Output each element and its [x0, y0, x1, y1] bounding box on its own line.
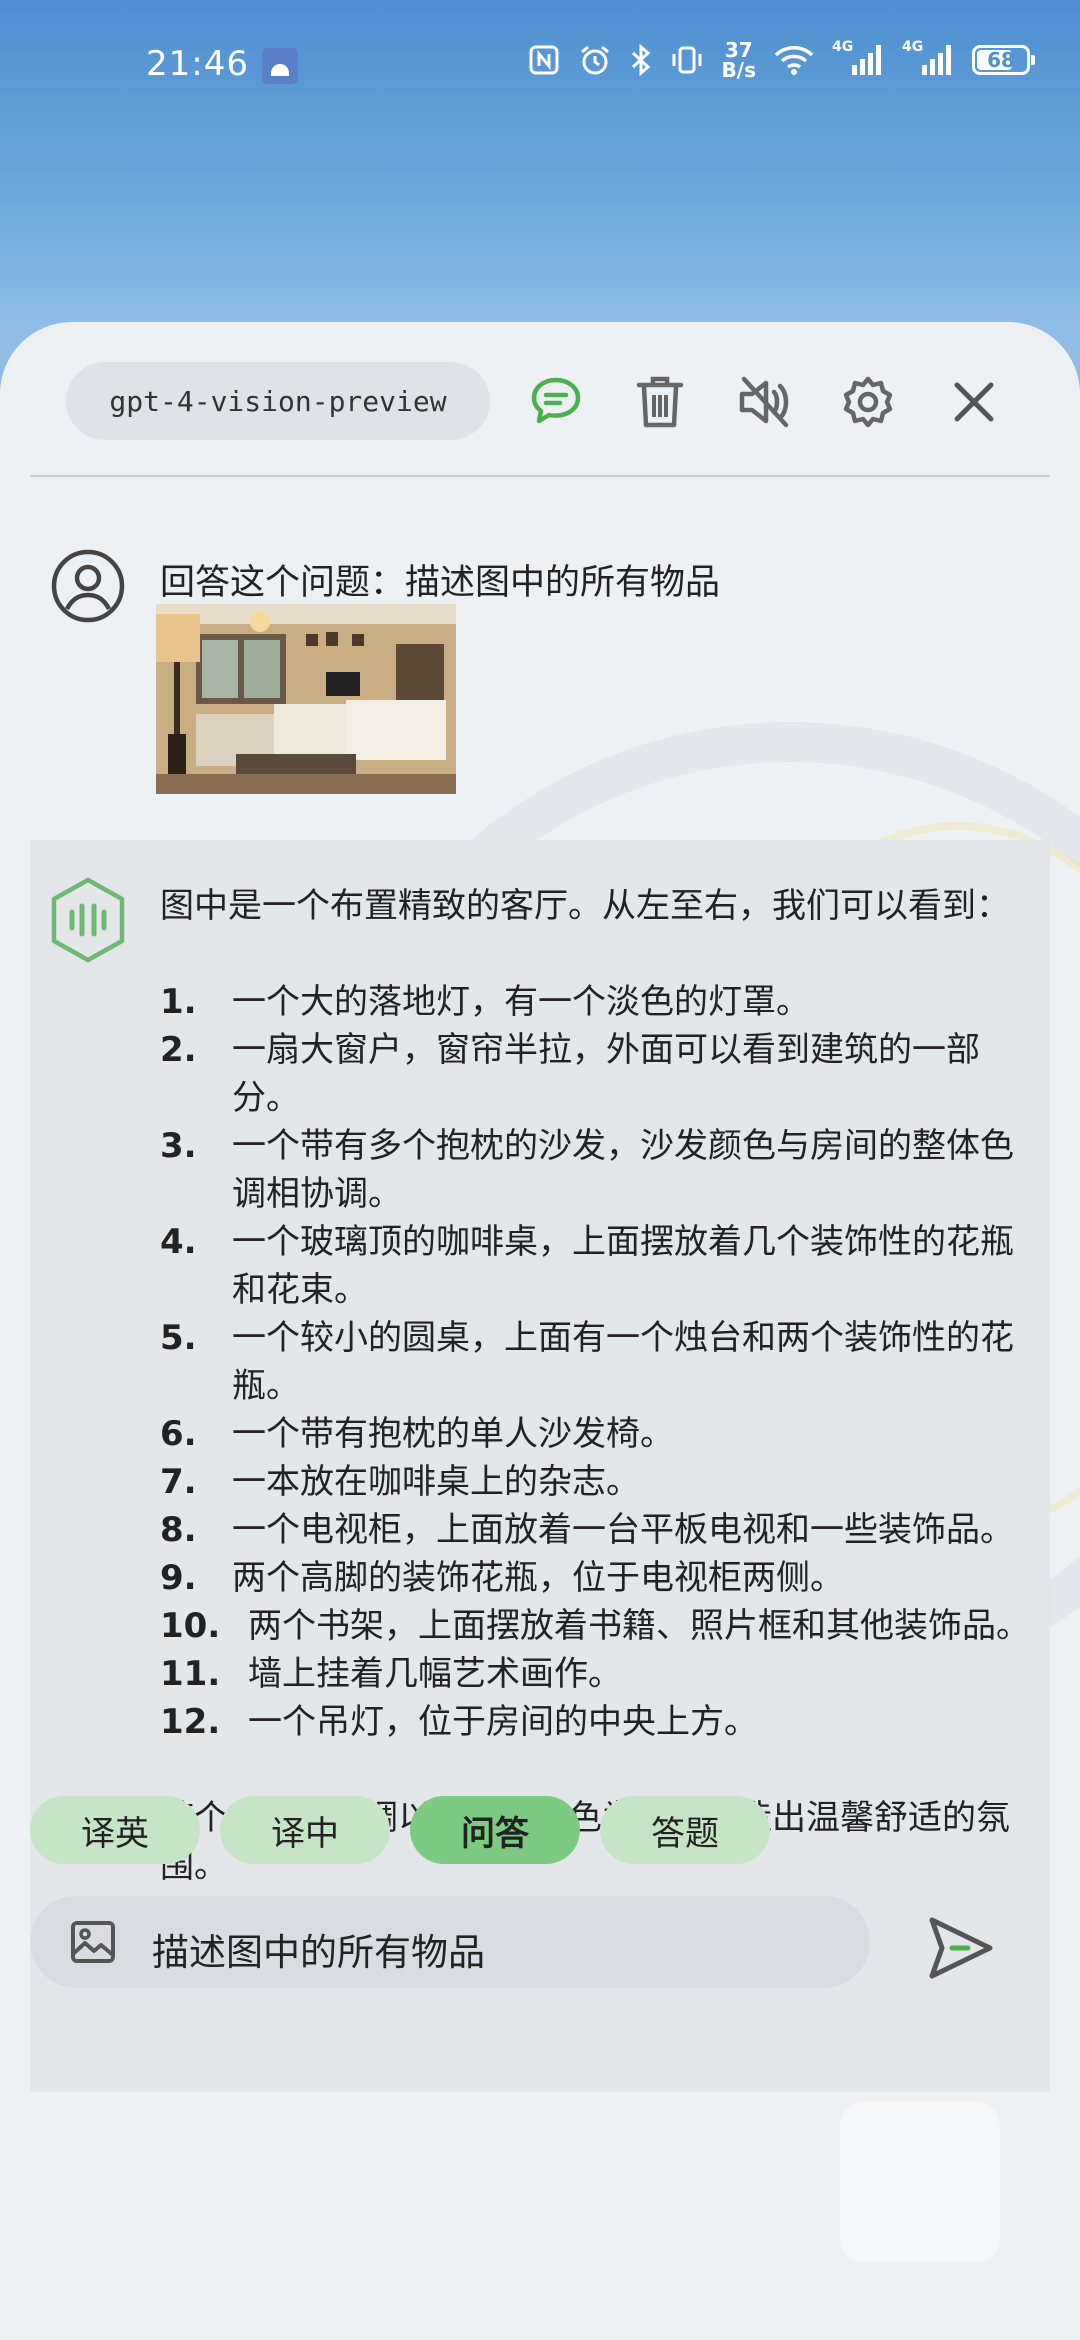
- toolbar-divider: [30, 475, 1050, 477]
- signal-1: 4G: [832, 39, 884, 77]
- chip-answer-question[interactable]: 答题: [600, 1796, 770, 1864]
- living-room-photo: [156, 604, 456, 794]
- item-number: 9.: [160, 1558, 197, 1598]
- item-text: 一个吊灯，位于房间的中央上方。: [248, 1702, 758, 1742]
- app-notification-icon: [262, 48, 298, 84]
- signal-1-label: 4G: [832, 39, 854, 55]
- chip-translate-english[interactable]: 译英: [30, 1796, 200, 1864]
- wifi-icon: [774, 46, 814, 75]
- chip-translate-chinese[interactable]: 译中: [220, 1796, 390, 1864]
- alarm-icon: [580, 45, 609, 75]
- item-number: 4.: [160, 1222, 197, 1262]
- floating-card: [840, 2102, 1000, 2262]
- network-speed: 37 B/s: [722, 40, 756, 80]
- item-text: 两个书架，上面摆放着书籍、照片框和其他装饰品。: [248, 1606, 1030, 1646]
- gear-icon: [843, 376, 893, 428]
- item-text: 一个大的落地灯，有一个淡色的灯罩。: [232, 982, 810, 1022]
- list-item: 2. 一扇大窗户，窗帘半拉，外面可以看到建筑的一部分。: [160, 1026, 1040, 1122]
- delete-button[interactable]: [632, 374, 688, 430]
- item-text: 两个高脚的装饰花瓶，位于电视柜两侧。: [232, 1558, 844, 1598]
- item-text: 一个电视柜，上面放着一台平板电视和一些装饰品。: [232, 1510, 1014, 1550]
- attached-image[interactable]: [156, 604, 456, 794]
- item-number: 1.: [160, 982, 197, 1022]
- user-message-text: 回答这个问题：描述图中的所有物品: [160, 563, 721, 603]
- answer-intro: 图中是一个布置精致的客厅。从左至右，我们可以看到：: [160, 886, 1010, 926]
- item-number: 12.: [160, 1702, 221, 1742]
- item-text: 墙上挂着几幅艺术画作。: [248, 1654, 622, 1694]
- item-number: 6.: [160, 1414, 197, 1454]
- chat-toolbar: gpt-4-vision-preview: [0, 322, 1080, 472]
- status-icons: 37 B/s 4G 4G 68: [528, 39, 1035, 80]
- item-text: 一个带有多个抱枕的沙发，沙发颜色与房间的整体色调相协调。: [232, 1126, 1014, 1214]
- chip-qa[interactable]: 问答: [410, 1796, 580, 1864]
- network-speed-unit: B/s: [721, 58, 756, 82]
- user-avatar-icon: [51, 549, 125, 623]
- status-bar: 21:46 37 B/s 4G 4G 68: [0, 0, 1080, 130]
- send-icon[interactable]: [924, 1912, 996, 1984]
- item-number: 5.: [160, 1318, 197, 1358]
- assistant-message-text: 图中是一个布置精致的客厅。从左至右，我们可以看到： 1. 一个大的落地灯，有一个淡…: [160, 882, 1040, 1890]
- mute-button[interactable]: [736, 374, 792, 430]
- item-text: 一本放在咖啡桌上的杂志。: [232, 1462, 640, 1502]
- vibrate-icon: [672, 46, 702, 74]
- list-item: 12. 一个吊灯，位于房间的中央上方。: [160, 1698, 1040, 1746]
- bluetooth-icon: [631, 43, 650, 77]
- list-item: 8. 一个电视柜，上面放着一台平板电视和一些装饰品。: [160, 1506, 1040, 1554]
- chat-bubble-icon: [531, 377, 581, 424]
- trash-icon: [636, 376, 684, 428]
- list-item: 4. 一个玻璃顶的咖啡桌，上面摆放着几个装饰性的花瓶和花束。: [160, 1218, 1040, 1314]
- status-time: 21:46: [146, 44, 249, 84]
- assistant-avatar-icon: [51, 877, 125, 963]
- item-number: 7.: [160, 1462, 197, 1502]
- list-item: 9. 两个高脚的装饰花瓶，位于电视柜两侧。: [160, 1554, 1040, 1602]
- signal-2-label: 4G: [902, 39, 924, 55]
- list-item: 1. 一个大的落地灯，有一个淡色的灯罩。: [160, 978, 1040, 1026]
- item-number: 3.: [160, 1126, 197, 1166]
- item-text: 一扇大窗户，窗帘半拉，外面可以看到建筑的一部分。: [232, 1030, 980, 1118]
- list-item: 3. 一个带有多个抱枕的沙发，沙发颜色与房间的整体色调相协调。: [160, 1122, 1040, 1218]
- message-input[interactable]: 描述图中的所有物品: [152, 1922, 485, 1976]
- battery-indicator: 68: [972, 45, 1035, 75]
- item-number: 8.: [160, 1510, 197, 1550]
- item-text: 一个较小的圆桌，上面有一个烛台和两个装饰性的花瓶。: [232, 1318, 1014, 1406]
- quick-actions: 译英 译中 问答 答题: [30, 1796, 770, 1864]
- chat-panel: gpt-4-vision-preview 回答这个问题：描述图中的所有物品 图中…: [0, 322, 1080, 2340]
- close-button[interactable]: [946, 374, 1002, 430]
- item-text: 一个玻璃顶的咖啡桌，上面摆放着几个装饰性的花瓶和花束。: [232, 1222, 1014, 1310]
- signal-2: 4G: [902, 39, 954, 77]
- image-attach-icon[interactable]: [70, 1920, 116, 1964]
- list-item: 11. 墙上挂着几幅艺术画作。: [160, 1650, 1040, 1698]
- speaker-muted-icon: [739, 376, 789, 428]
- network-speed-value: 37: [724, 38, 753, 62]
- item-number: 2.: [160, 1030, 197, 1070]
- list-item: 10. 两个书架，上面摆放着书籍、照片框和其他装饰品。: [160, 1602, 1040, 1650]
- item-text: 一个带有抱枕的单人沙发椅。: [232, 1414, 674, 1454]
- list-item: 7. 一本放在咖啡桌上的杂志。: [160, 1458, 1040, 1506]
- list-item: 5. 一个较小的圆桌，上面有一个烛台和两个装饰性的花瓶。: [160, 1314, 1040, 1410]
- close-icon: [954, 382, 994, 422]
- item-number: 10.: [160, 1606, 221, 1646]
- chat-bubble-button[interactable]: [528, 374, 584, 430]
- nfc-icon: [529, 45, 559, 75]
- list-item: 6. 一个带有抱枕的单人沙发椅。: [160, 1410, 1040, 1458]
- item-number: 11.: [160, 1654, 221, 1694]
- answer-list: 1. 一个大的落地灯，有一个淡色的灯罩。 2. 一扇大窗户，窗帘半拉，外面可以看到建…: [160, 978, 1040, 1746]
- settings-button[interactable]: [840, 374, 896, 430]
- model-selector[interactable]: gpt-4-vision-preview: [66, 362, 490, 440]
- message-input-bar[interactable]: 描述图中的所有物品: [30, 1896, 870, 1988]
- battery-level: 68: [987, 48, 1015, 72]
